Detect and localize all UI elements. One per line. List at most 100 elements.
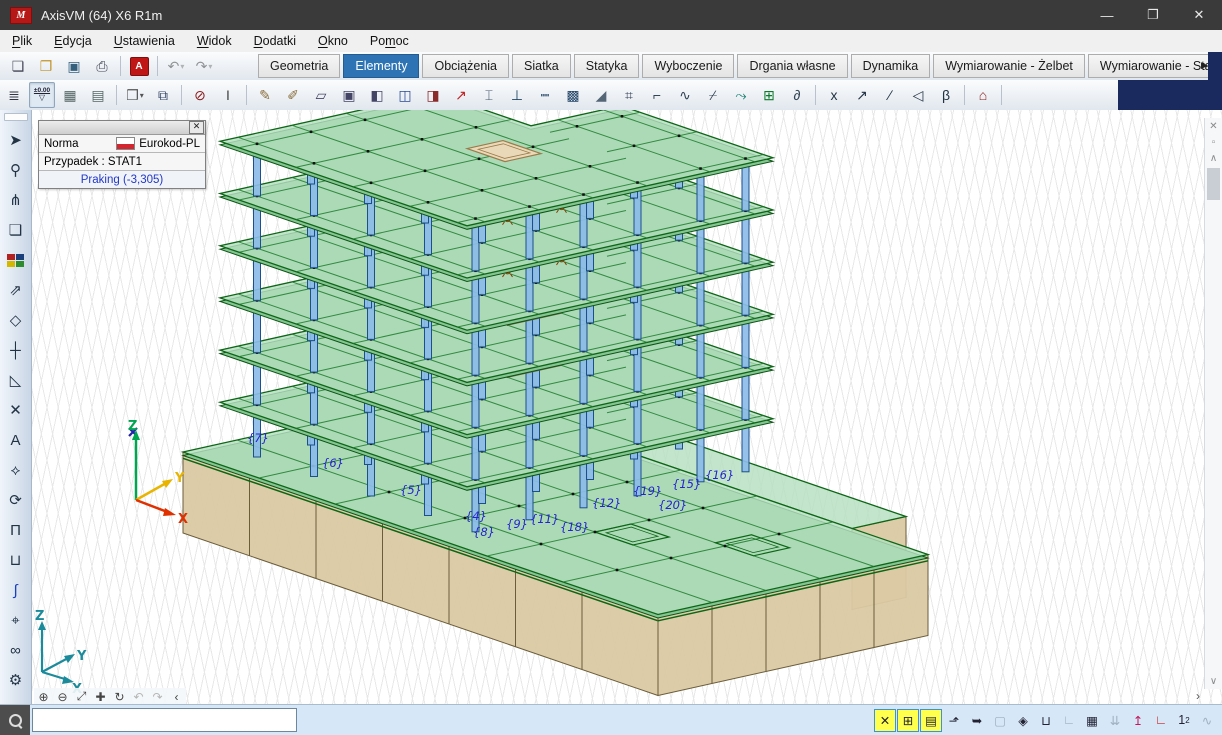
- storey-level-button[interactable]: ±0.00▽: [29, 82, 55, 108]
- scrollbar-thumb[interactable]: [1207, 168, 1220, 200]
- toolbar-grip[interactable]: [4, 113, 28, 121]
- tab-wyboczenie[interactable]: Wyboczenie: [642, 54, 734, 78]
- snap-grid-toggle[interactable]: ⊞: [897, 709, 919, 732]
- scroll-up-icon[interactable]: ∧: [1206, 150, 1221, 166]
- dof-x-button[interactable]: x: [821, 82, 847, 108]
- tab-dynamika[interactable]: Dynamika: [851, 54, 931, 78]
- tab-geometria[interactable]: Geometria: [258, 54, 340, 78]
- edge-hinge-button[interactable]: ⌐: [644, 82, 670, 108]
- virtual-strip-button[interactable]: ∫: [2, 576, 30, 604]
- intersect-button[interactable]: ✕: [2, 396, 30, 424]
- table-browser-button[interactable]: ▦: [57, 82, 83, 108]
- line-elements-button[interactable]: ↗: [448, 82, 474, 108]
- material-library-button[interactable]: ❒▾: [122, 82, 148, 108]
- zoom-button[interactable]: ⚲: [2, 156, 30, 184]
- color-coding-button[interactable]: [2, 246, 30, 274]
- menu-item-dodatki[interactable]: Dodatki: [244, 32, 306, 50]
- dof-plane-button[interactable]: ◁: [905, 82, 931, 108]
- link-element-button[interactable]: ⤳: [728, 82, 754, 108]
- gap-element-button[interactable]: ⌿: [700, 82, 726, 108]
- pan-button[interactable]: ✚: [91, 689, 110, 705]
- snap-edit-toggle[interactable]: ▤: [920, 709, 942, 732]
- scroll-right-icon[interactable]: ›: [1196, 689, 1200, 703]
- workplane-toggle[interactable]: ⬏: [943, 709, 965, 732]
- pdf-export-button[interactable]: A: [126, 53, 152, 79]
- plane-view-toggle[interactable]: ▢: [989, 709, 1011, 732]
- tab-siatka[interactable]: Siatka: [512, 54, 571, 78]
- new-model-button[interactable]: ❏: [5, 53, 31, 79]
- transformations-button[interactable]: ⇗: [2, 276, 30, 304]
- settings-button[interactable]: ⚙: [2, 666, 30, 694]
- menu-item-okno[interactable]: Okno: [308, 32, 358, 50]
- minimize-button[interactable]: —: [1084, 0, 1130, 30]
- dimension-mode-toggle[interactable]: ◈: [1012, 709, 1034, 732]
- surface-support-button[interactable]: ▩: [560, 82, 586, 108]
- tab-drgania-własne[interactable]: Drgania własne: [737, 54, 847, 78]
- dof-beta-button[interactable]: β: [933, 82, 959, 108]
- tab-wymiarowanie-żelbet[interactable]: Wymiarowanie - Żelbet: [933, 54, 1085, 78]
- vertical-scrollbar[interactable]: ✕ ▫ ∧ ∨: [1204, 118, 1222, 689]
- rotate-view-button[interactable]: ↻: [110, 689, 129, 705]
- frame-preset-button[interactable]: ⌗: [616, 82, 642, 108]
- zoom-in-button[interactable]: ⊕: [34, 689, 53, 705]
- menu-item-widok[interactable]: Widok: [187, 32, 242, 50]
- domain-hole-button[interactable]: ▣: [336, 82, 362, 108]
- isolines-toggle[interactable]: ∿: [1196, 709, 1218, 732]
- structural-grid-button[interactable]: ┼: [2, 336, 30, 364]
- annotations-button[interactable]: A: [2, 426, 30, 454]
- local-axis-off-toggle[interactable]: ∟: [1058, 709, 1080, 732]
- virtual-beam-button[interactable]: Π: [2, 516, 30, 544]
- storeys-button[interactable]: ⌂: [970, 82, 996, 108]
- section-mode-toggle[interactable]: ⊔: [1035, 709, 1057, 732]
- dof-slash-button[interactable]: ∕: [877, 82, 903, 108]
- surface-edit-button[interactable]: ⟡: [2, 456, 30, 484]
- maximize-button[interactable]: ❐: [1130, 0, 1176, 30]
- scroll-down-icon[interactable]: ∨: [1206, 673, 1221, 689]
- panel-float-icon[interactable]: ▫: [1206, 134, 1221, 150]
- dof-arrow-button[interactable]: ↗: [849, 82, 875, 108]
- domain-composite-button[interactable]: ◫: [392, 82, 418, 108]
- layers-button[interactable]: ≣: [1, 82, 27, 108]
- tab-elementy[interactable]: Elementy: [343, 54, 419, 78]
- domain-xlam-button[interactable]: ◨: [420, 82, 446, 108]
- mesh-display-toggle[interactable]: ▦: [1081, 709, 1103, 732]
- reactions-display-toggle[interactable]: ↥: [1127, 709, 1149, 732]
- command-input[interactable]: [32, 708, 297, 732]
- snap-cursor-toggle[interactable]: ✕: [874, 709, 896, 732]
- info-panel-close-icon[interactable]: ✕: [189, 121, 204, 134]
- search-button[interactable]: [0, 705, 30, 735]
- numbering-toggle[interactable]: 12: [1173, 709, 1195, 732]
- degrees-of-freedom-button[interactable]: ∂: [784, 82, 810, 108]
- geometry-tools-button[interactable]: ◺: [2, 366, 30, 394]
- line-support-button[interactable]: ┉: [532, 82, 558, 108]
- menu-item-pomoc[interactable]: Pomoc: [360, 32, 419, 50]
- selection-button[interactable]: ➤: [2, 126, 30, 154]
- tab-overflow-icon[interactable]: ▶: [1201, 60, 1208, 71]
- spring-element-button[interactable]: ∿: [672, 82, 698, 108]
- workplane-bold-toggle[interactable]: ➥: [966, 709, 988, 732]
- menu-item-ustawienia[interactable]: Ustawienia: [104, 32, 185, 50]
- close-button[interactable]: ✕: [1176, 0, 1222, 30]
- domain-variable-button[interactable]: ◧: [364, 82, 390, 108]
- panel-close-icon[interactable]: ✕: [1206, 118, 1221, 134]
- model-canvas[interactable]: {7}{6}{5}{4}{8}{9}{11}{18}{12}{19}{20}{1…: [32, 110, 1222, 705]
- loads-display-toggle[interactable]: ⇊: [1104, 709, 1126, 732]
- cross-section-steel-button[interactable]: I: [215, 82, 241, 108]
- zoom-out-button[interactable]: ⊖: [53, 689, 72, 705]
- open-model-button[interactable]: ❐: [33, 53, 59, 79]
- collapse-button[interactable]: ‹: [167, 689, 186, 705]
- views-button[interactable]: ⋔: [2, 186, 30, 214]
- section-segment-button[interactable]: ⊔: [2, 546, 30, 574]
- steel-plate-button[interactable]: ◢: [588, 82, 614, 108]
- dimension-lines-button[interactable]: ◇: [2, 306, 30, 334]
- print-button[interactable]: ⎙: [89, 53, 115, 79]
- mesh-generation-button[interactable]: ⊞: [756, 82, 782, 108]
- tab-statyka[interactable]: Statyka: [574, 54, 640, 78]
- rib-element-button[interactable]: ⌶: [476, 82, 502, 108]
- saved-views-button[interactable]: ⧉: [150, 82, 176, 108]
- tab-obciążenia[interactable]: Obciążenia: [422, 54, 509, 78]
- menu-item-edycja[interactable]: Edycja: [44, 32, 102, 50]
- renumber-button[interactable]: ⟳: [2, 486, 30, 514]
- save-model-button[interactable]: ▣: [61, 53, 87, 79]
- model-viewport[interactable]: {7}{6}{5}{4}{8}{9}{11}{18}{12}{19}{20}{1…: [32, 110, 1222, 705]
